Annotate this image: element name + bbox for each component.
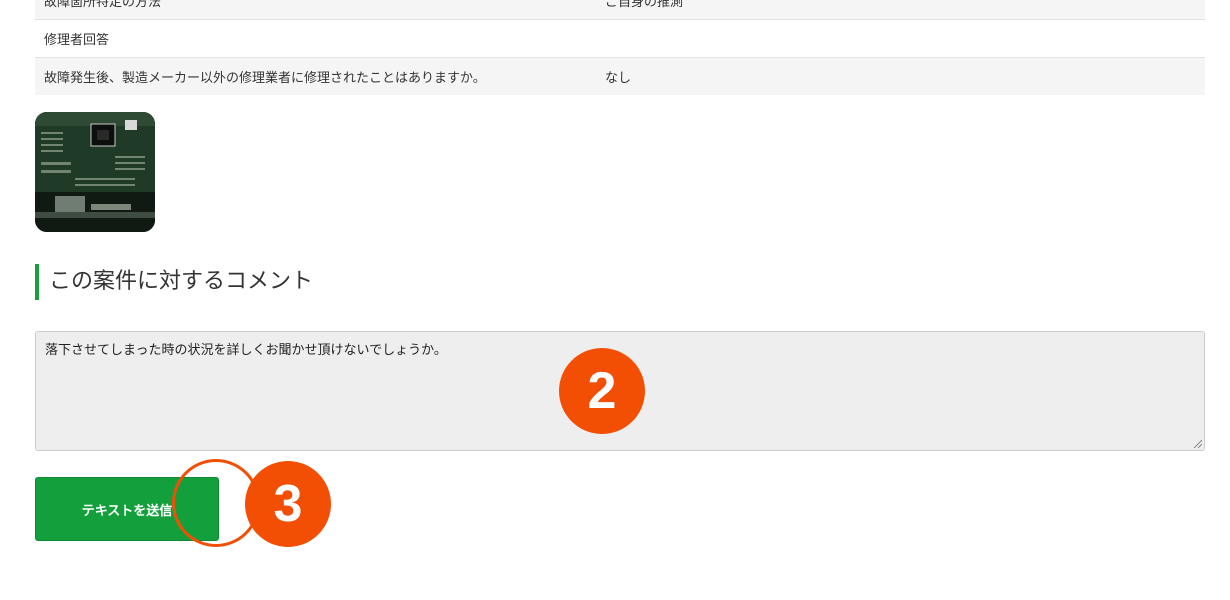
resize-grip-icon[interactable] <box>1192 438 1202 448</box>
row-label: 故障発生後、製造メーカー以外の修理業者に修理されたことはありますか。 <box>44 71 486 86</box>
row-value: なし <box>605 71 632 86</box>
row-label: 故障箇所特定の方法 <box>44 0 162 10</box>
comment-text: 落下させてしまった時の状況を詳しくお聞かせ頂けないでしょうか。 <box>45 343 447 358</box>
table-row: 故障発生後、製造メーカー以外の修理業者に修理されたことはありますか。 なし <box>35 58 1205 95</box>
annotation-badge-2: 2 <box>559 348 645 434</box>
row-value: ご自身の推測 <box>605 0 684 10</box>
circuit-board-image <box>35 112 155 232</box>
comment-section-title: この案件に対するコメント <box>35 264 313 300</box>
annotation-badge-3: 3 <box>245 461 331 547</box>
circuit-board-photo[interactable] <box>35 112 155 232</box>
row-label: 修理者回答 <box>44 33 110 48</box>
table-row: 故障箇所特定の方法 ご自身の推測 <box>35 0 1205 20</box>
table-row: 修理者回答 <box>35 20 1205 58</box>
details-table: 故障箇所特定の方法 ご自身の推測 修理者回答 故障発生後、製造メーカー以外の修理… <box>35 0 1205 95</box>
